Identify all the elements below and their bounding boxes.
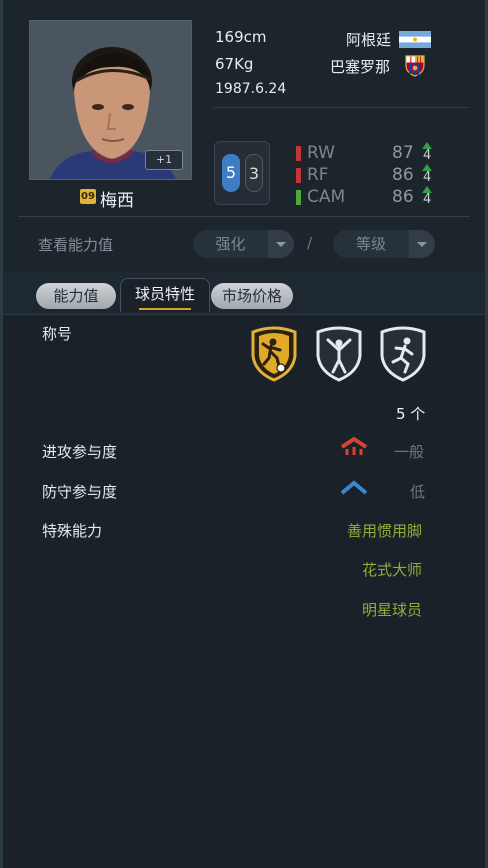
player-name: 梅西 (100, 191, 134, 211)
enhance-dropdown-label: 强化 (215, 235, 246, 253)
player-height: 169cm (215, 28, 267, 46)
attack-involvement-label: 进攻参与度 (42, 443, 118, 461)
barcelona-crest-icon (405, 55, 425, 77)
right-foot-rating: 3 (245, 154, 263, 192)
position-rf-value: 86 (392, 165, 414, 185)
position-cam-value: 86 (392, 187, 414, 207)
position-cam-name: CAM (307, 187, 346, 207)
position-rw-value: 87 (392, 143, 414, 163)
plus-badge: +1 (145, 150, 183, 170)
attack-arrow-icon (340, 437, 368, 455)
tab-market-price[interactable]: 市场价格 (211, 283, 293, 309)
special-skill-item[interactable]: 花式大师 (362, 559, 422, 580)
special-skill-item[interactable]: 明星球员 (362, 599, 422, 620)
defense-arrow-icon (340, 480, 368, 495)
player-nationality: 阿根廷 (346, 31, 392, 49)
special-skill-item[interactable]: 善用惯用脚 (347, 520, 422, 541)
argentina-flag-icon (399, 31, 431, 48)
position-rw-boost: 4 (423, 148, 432, 163)
player-portrait: +1 (29, 20, 192, 180)
info-divider (213, 107, 469, 108)
player-club: 巴塞罗那 (330, 58, 391, 76)
dropdown-separator: / (307, 234, 313, 252)
position-rw-name: RW (307, 143, 335, 163)
title-count: 5 个 (396, 405, 426, 423)
position-rw-bar (296, 146, 301, 161)
position-rf-boost: 4 (423, 170, 432, 185)
view-ability-label: 查看能力值 (38, 236, 114, 254)
player-birthday: 1987.6.24 (215, 81, 287, 97)
tab-player-traits-label: 球员特性 (134, 285, 195, 303)
attack-involvement-value: 一般 (394, 443, 425, 461)
jersey-number-badge: 09 (80, 189, 96, 204)
level-dropdown[interactable]: 等级 (333, 230, 435, 258)
gold-trophy-player-icon[interactable] (249, 326, 299, 382)
position-cam-boost: 4 (423, 192, 432, 207)
left-foot-rating: 5 (222, 154, 240, 192)
defense-involvement-value: 低 (410, 483, 426, 501)
title-label: 称号 (42, 325, 73, 343)
position-rf-name: RF (307, 165, 329, 185)
defense-involvement-label: 防守参与度 (42, 483, 118, 501)
tab-abilities[interactable]: 能力值 (36, 283, 116, 309)
celebration-player-icon[interactable] (314, 326, 364, 382)
running-player-icon[interactable] (378, 326, 428, 382)
position-cam-bar (296, 190, 301, 205)
header-divider (18, 216, 470, 217)
player-weight: 67Kg (215, 55, 254, 73)
preferred-feet-box: 5 3 (214, 141, 270, 205)
position-rf-bar (296, 168, 301, 183)
enhance-dropdown[interactable]: 强化 (193, 230, 294, 258)
level-dropdown-label: 等级 (355, 235, 386, 253)
tab-player-traits[interactable]: 球员特性 (120, 278, 210, 312)
active-tab-indicator (139, 308, 191, 310)
special-ability-label: 特殊能力 (42, 522, 103, 540)
